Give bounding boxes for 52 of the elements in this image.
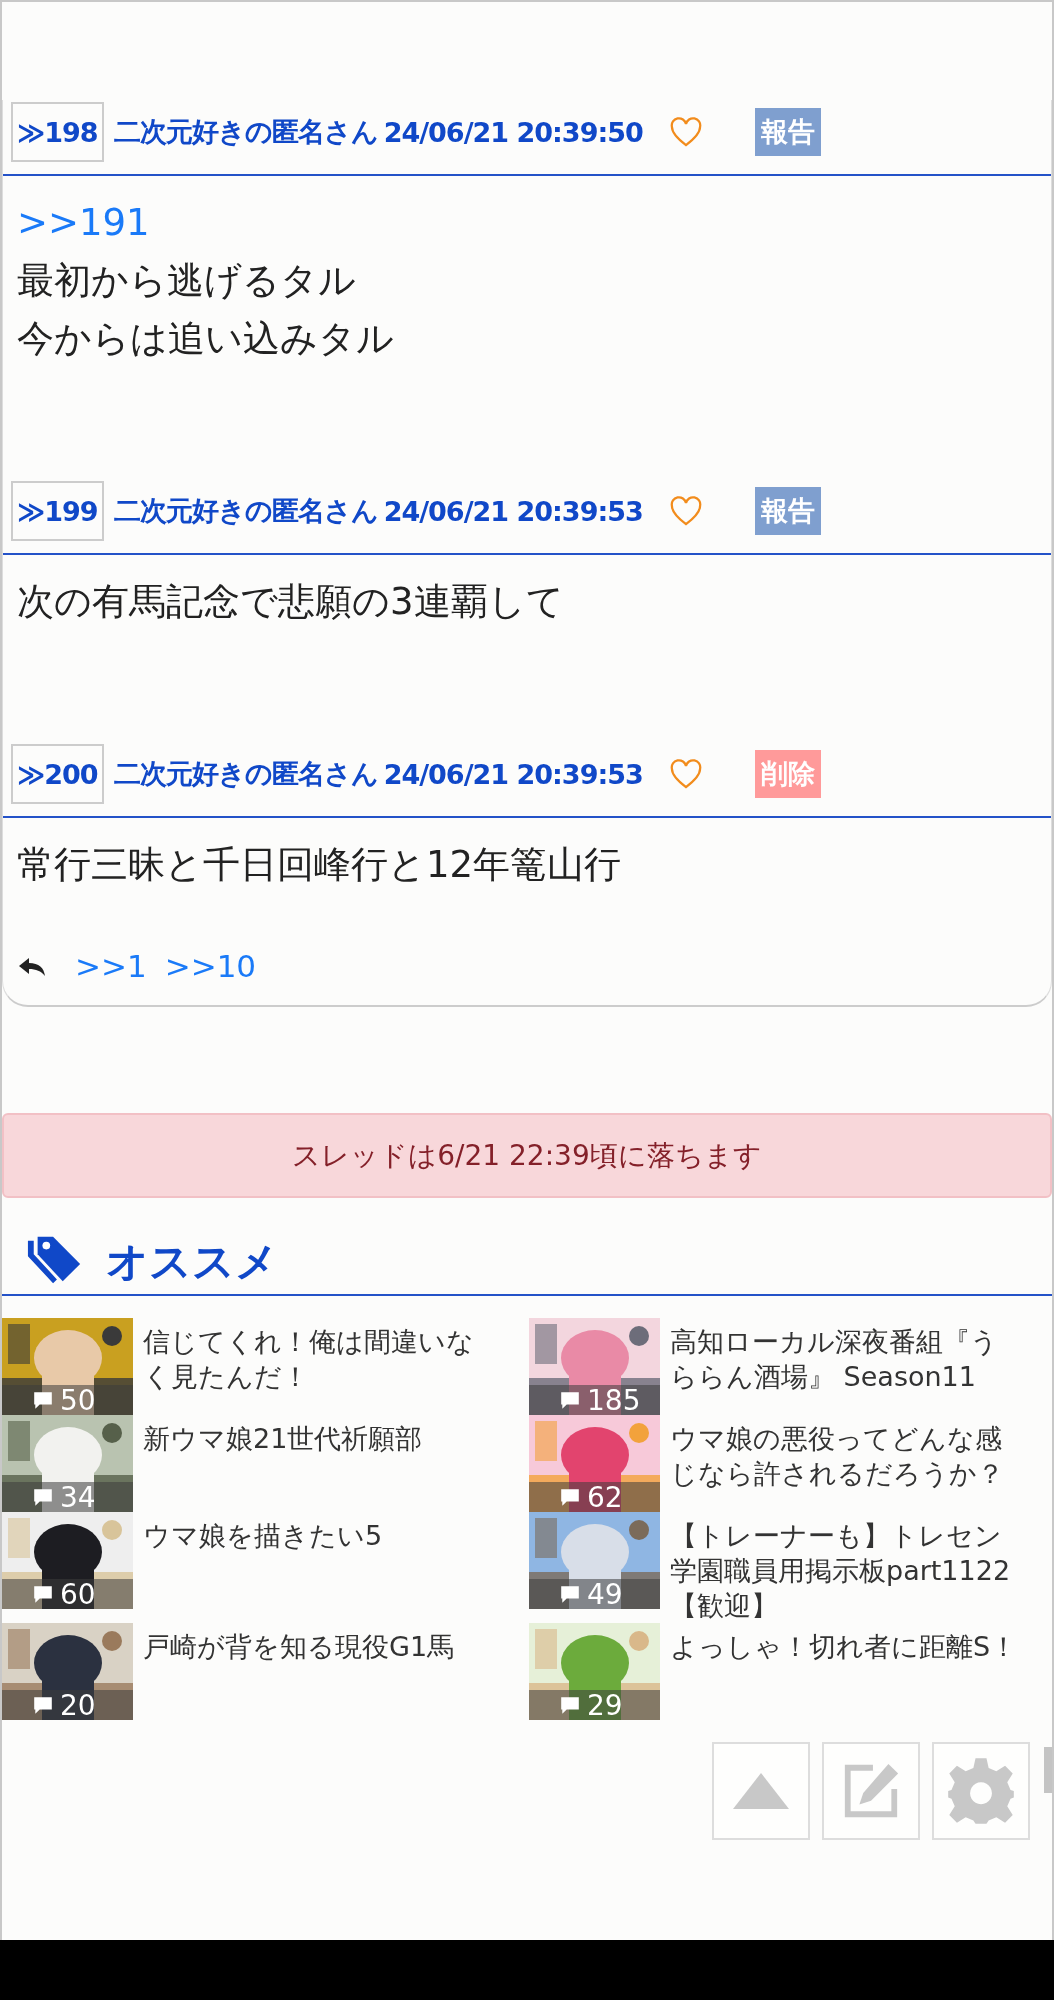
recommend-link[interactable]: ウマ娘の悪役ってどんな感じなら許されるだろうか？	[670, 1415, 1020, 1512]
post-author: 二次元好きの匿名さん	[113, 494, 378, 528]
reply-link[interactable]: >>1	[75, 946, 147, 986]
post-number[interactable]: ≫200	[11, 744, 104, 804]
recommend-link[interactable]: ウマ娘を描きたい5	[143, 1512, 493, 1609]
comment-count: 29	[587, 1688, 623, 1720]
reply-link[interactable]: >>10	[164, 946, 257, 986]
comment-count: 49	[587, 1577, 623, 1609]
recommend-link[interactable]: 信じてくれ！俺は間違いなく見たんだ！	[143, 1318, 493, 1415]
post-text: 次の有馬記念で悲願の3連覇して	[17, 579, 565, 625]
comment-icon	[559, 1390, 581, 1410]
comment-icon	[32, 1390, 54, 1410]
comment-icon	[559, 1487, 581, 1507]
heart-icon[interactable]	[668, 758, 703, 790]
comment-count: 34	[60, 1480, 96, 1512]
notice-text: スレッドは6/21 22:39頃に落ちます	[292, 1137, 762, 1174]
edit-button[interactable]	[822, 1742, 920, 1840]
post-date: 24/06/21 20:39:53	[383, 758, 643, 790]
post-date: 24/06/21 20:39:53	[383, 495, 643, 527]
comment-count: 50	[60, 1383, 96, 1415]
heart-icon[interactable]	[668, 116, 703, 148]
post-text: 常行三昧と千日回峰行と12年篭山行	[17, 842, 623, 888]
recommend-link[interactable]: 新ウマ娘21世代祈願部	[143, 1415, 493, 1512]
post-text: 最初から逃げるタル	[17, 258, 357, 304]
scroll-top-button[interactable]	[712, 1742, 810, 1840]
section-title: オススメ	[106, 1236, 278, 1288]
post-date: 24/06/21 20:39:50	[383, 116, 643, 148]
comment-count: 62	[587, 1480, 623, 1512]
post-text: 今からは追い込みタル	[17, 316, 395, 362]
comment-count: 60	[60, 1577, 96, 1609]
comment-icon	[559, 1584, 581, 1604]
comment-count: 185	[587, 1383, 641, 1415]
recommend-link[interactable]: 【トレーナーも】トレセン学園職員用掲示板part1122【歓迎】	[670, 1512, 1020, 1623]
post-author: 二次元好きの匿名さん	[113, 757, 378, 791]
reply-icon	[17, 955, 47, 977]
comment-count: 20	[60, 1688, 96, 1720]
post-number[interactable]: ≫199	[11, 481, 104, 541]
heart-icon[interactable]	[668, 495, 703, 527]
anchor-link[interactable]: >>191	[17, 194, 1037, 252]
recommend-link[interactable]: よっしゃ！切れ者に距離S！	[670, 1623, 1020, 1720]
comment-icon	[32, 1584, 54, 1604]
comment-icon	[32, 1487, 54, 1507]
comment-icon	[32, 1695, 54, 1715]
settings-icon	[946, 1756, 1016, 1826]
up-triangle-icon	[730, 1771, 792, 1811]
comment-icon	[559, 1695, 581, 1715]
post-number[interactable]: ≫198	[11, 102, 104, 162]
scrollbar-thumb[interactable]	[1044, 1747, 1052, 1793]
post-author: 二次元好きの匿名さん	[113, 115, 378, 149]
recommend-link[interactable]: 高知ローカル深夜番組『うららん酒場』 Season11	[670, 1318, 1020, 1415]
recommend-link[interactable]: 戸崎が背を知る現役G1馬	[143, 1623, 493, 1720]
settings-button[interactable]	[932, 1742, 1030, 1840]
